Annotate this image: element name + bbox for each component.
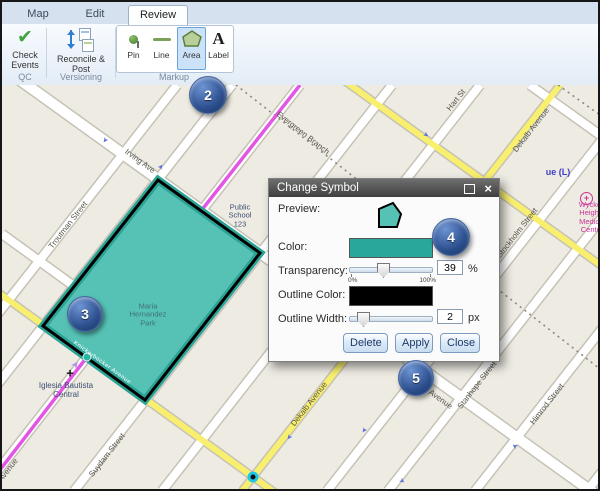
delete-button[interactable]: Delete (343, 333, 388, 353)
transparency-slider-thumb[interactable] (377, 263, 390, 278)
app-window: Map Edit Review ✔ Check Events QC Reconc… (0, 0, 600, 491)
apply-button[interactable]: Apply (395, 333, 433, 353)
area-label: Area (178, 50, 205, 60)
transparency-label: Transparency: (278, 265, 348, 277)
callout-badge-2: 2 (189, 76, 227, 114)
change-symbol-dialog: Change Symbol × Preview: Color: Transpar… (268, 178, 500, 362)
transparency-slider[interactable]: 0% 100% (349, 267, 433, 273)
outline-color-label: Outline Color: (278, 289, 345, 301)
label-button[interactable]: A Label (205, 28, 232, 69)
subway-station-label: ue (L) (546, 167, 571, 177)
outline-width-unit: px (468, 312, 480, 324)
label-icon: A (205, 28, 232, 50)
color-label: Color: (278, 241, 307, 253)
group-label-versioning: Versioning (49, 72, 113, 82)
group-label-qc: QC (6, 72, 44, 82)
area-button[interactable]: Area (177, 27, 206, 70)
outline-width-value-input[interactable] (437, 309, 463, 324)
tab-edit[interactable]: Edit (72, 5, 118, 24)
ribbon-body: ✔ Check Events QC Reconcile & Post Versi… (2, 24, 598, 86)
color-swatch[interactable] (349, 238, 433, 258)
group-separator (46, 28, 47, 78)
tab-review[interactable]: Review (128, 5, 188, 25)
outline-width-slider-thumb[interactable] (357, 312, 370, 327)
close-icon[interactable]: × (484, 180, 492, 198)
callout-badge-4: 4 (432, 218, 470, 256)
outline-width-label: Outline Width: (278, 313, 347, 325)
pin-label: Pin (120, 50, 147, 60)
outline-width-slider[interactable] (349, 316, 433, 322)
dialog-title: Change Symbol (277, 182, 359, 194)
check-icon: ✔ (6, 28, 44, 48)
poi-label-iglesia: Iglesia Bautista Central (34, 382, 98, 400)
hospital-icon: + (580, 192, 593, 205)
symbol-preview (377, 201, 403, 229)
poi-label-public-school: Public School 123 (222, 203, 258, 228)
transparency-unit: % (468, 263, 478, 275)
pin-icon (120, 28, 147, 50)
maximize-icon[interactable] (464, 184, 475, 194)
outline-color-swatch[interactable] (349, 286, 433, 306)
ribbon-tab-bar: Map Edit Review (2, 2, 598, 24)
slider-min-label: 0% (348, 277, 357, 284)
label-label: Label (205, 50, 232, 60)
markup-group-panel: Pin Line Area A Label (116, 25, 234, 73)
line-button[interactable]: Line (148, 28, 175, 69)
park-label: Maria Hernandez Park (126, 302, 170, 327)
line-icon (148, 28, 175, 50)
preview-label: Preview: (278, 203, 320, 215)
subway-station-icon (248, 472, 259, 483)
reconcile-icon (66, 28, 96, 52)
area-icon (178, 28, 205, 50)
close-button[interactable]: Close (440, 333, 480, 353)
slider-max-label: 100% (419, 277, 436, 284)
callout-badge-3: 3 (67, 296, 103, 332)
poi-label-wyckoff-hospital: Wyckoff Heights Medical Center (569, 201, 598, 235)
callout-badge-5: 5 (398, 360, 434, 396)
check-events-label: Check Events (6, 50, 44, 71)
dialog-title-bar[interactable]: Change Symbol × (269, 179, 499, 197)
transparency-value-input[interactable] (437, 260, 463, 275)
tab-map[interactable]: Map (14, 5, 62, 24)
pin-button[interactable]: Pin (120, 28, 147, 69)
line-label: Line (148, 50, 175, 60)
